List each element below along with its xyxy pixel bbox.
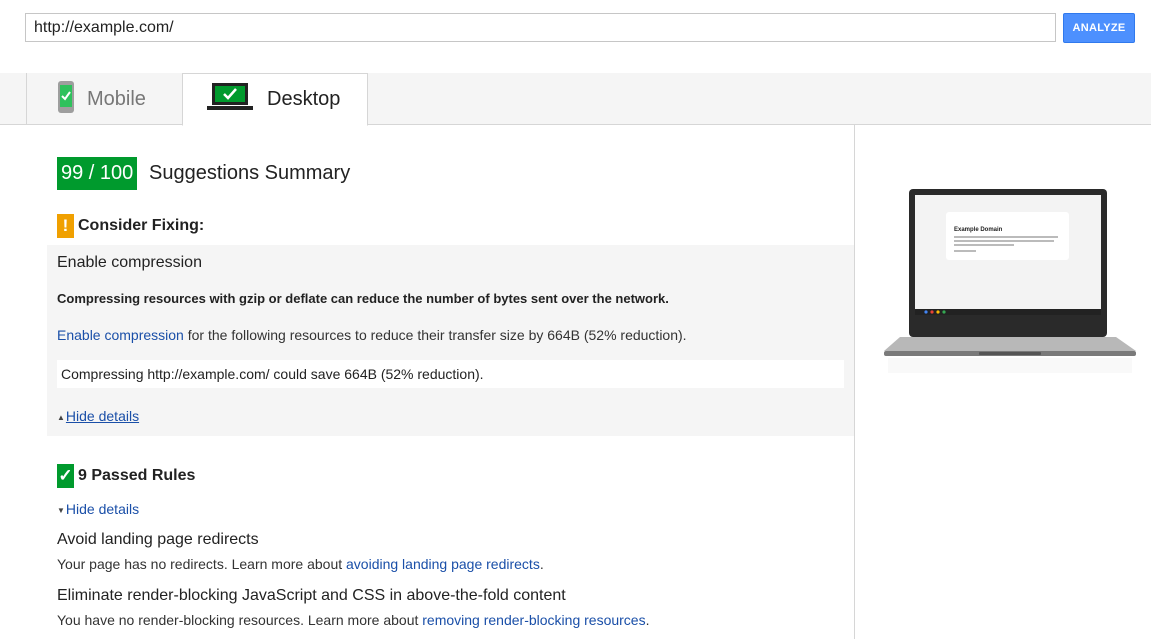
rule-summary: Compressing resources with gzip or defla… [57,291,669,306]
passed-rules-title: 9 Passed Rules [78,467,196,484]
tab-desktop[interactable]: Desktop [182,73,368,126]
laptop-check-icon [207,82,253,117]
device-tabs: Mobile Desktop [0,73,1151,126]
consider-fixing-title: Consider Fixing: [78,217,205,234]
column-divider [854,125,855,639]
preview-heading: Example Domain [954,227,1003,233]
passed-rule-text: You have no render-blocking resources. L… [57,612,423,628]
tab-mobile-label: Mobile [87,87,146,110]
hide-details-link[interactable]: Hide details [66,408,139,424]
desktop-preview-laptop: Example Domain [884,188,1136,378]
passed-rule-suffix: . [539,556,544,572]
avoid-redirects-link[interactable]: avoiding landing page redirects [346,556,540,572]
passed-rule-description: Your page has no redirects. Learn more a… [57,556,544,572]
tab-desktop-label: Desktop [267,88,341,110]
consider-fixing-panel: Enable compression Compressing resources… [47,245,854,436]
rule-description-text: for the following resources to reduce th… [183,327,687,343]
check-icon: ✓ [57,464,74,488]
hide-details-toggle[interactable]: ▲Hide details [57,408,139,424]
rule-name: Enable compression [57,254,202,271]
rule-detail-item: Compressing http://example.com/ could sa… [57,360,844,388]
passed-rule-name: Eliminate render-blocking JavaScript and… [57,587,566,604]
hide-details-link-passed[interactable]: Hide details [66,501,139,517]
enable-compression-link[interactable]: Enable compression [57,327,184,343]
passed-rule-description: You have no render-blocking resources. L… [57,612,649,628]
analyze-button[interactable]: ANALYZE [1063,13,1135,43]
caret-up-icon: ▲ [57,412,65,422]
summary-title: Suggestions Summary [149,162,351,184]
phone-check-icon [57,80,75,119]
render-blocking-link[interactable]: removing render-blocking resources [422,612,645,628]
score-badge: 99 / 100 [57,157,138,190]
passed-rule-suffix: . [645,612,650,628]
url-input[interactable] [25,13,1056,42]
passed-rule-text: Your page has no redirects. Learn more a… [57,556,347,572]
passed-rule-name: Avoid landing page redirects [57,531,259,548]
rule-description: Enable compression for the following res… [57,327,687,343]
hide-details-toggle-passed[interactable]: ▼Hide details [57,501,139,517]
tab-mobile[interactable]: Mobile [26,73,182,125]
caret-down-icon: ▼ [57,505,65,515]
warning-icon: ! [57,214,74,238]
